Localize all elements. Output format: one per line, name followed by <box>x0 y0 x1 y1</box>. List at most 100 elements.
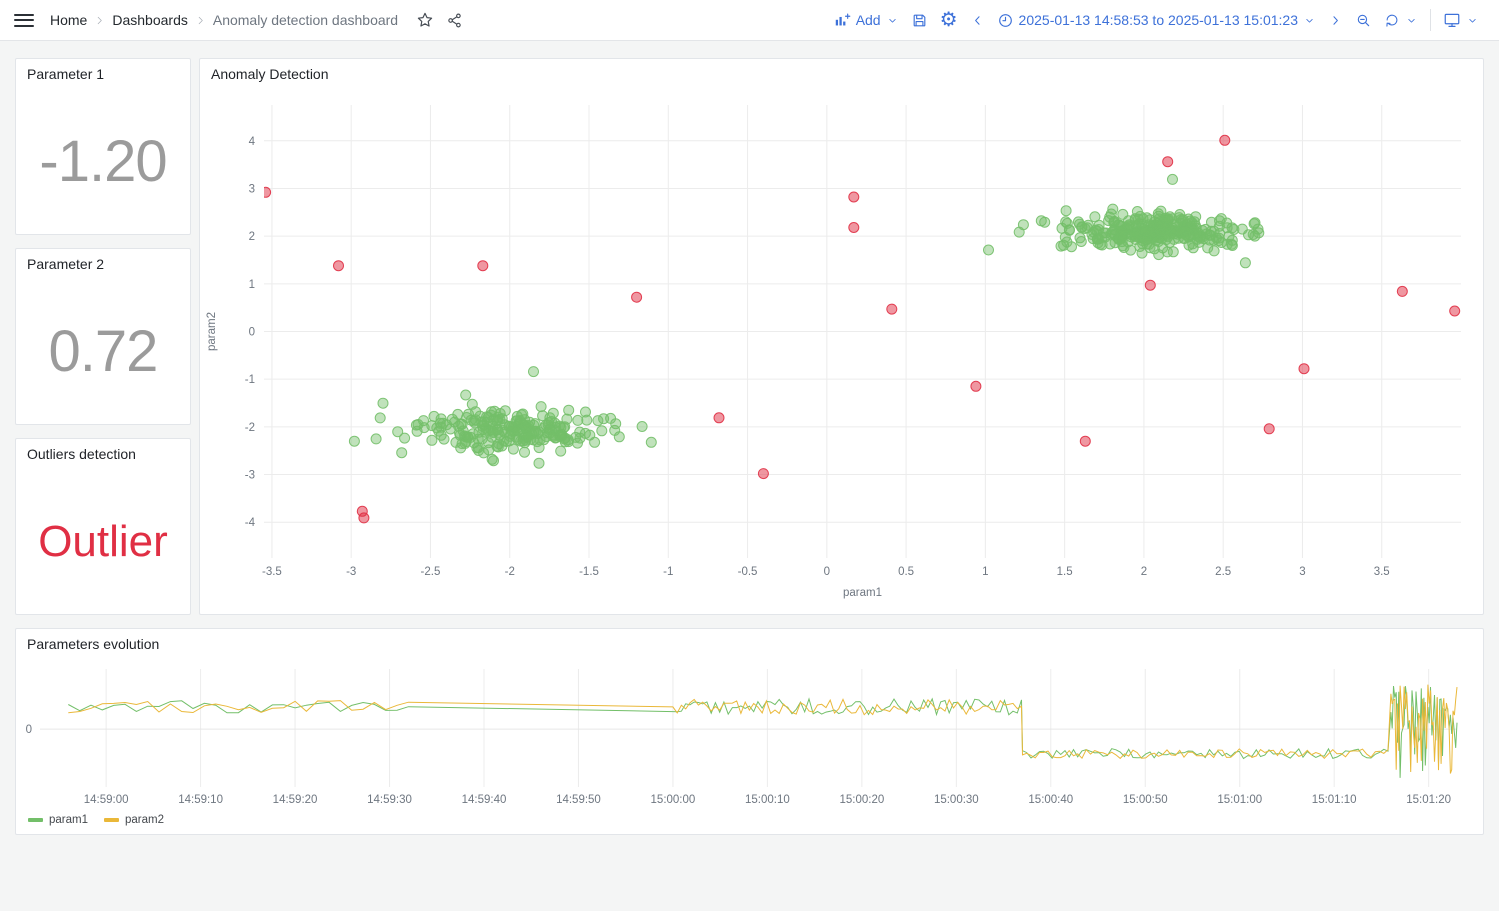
time-range-label: 2025-01-13 14:58:53 to 2025-01-13 15:01:… <box>1019 12 1298 28</box>
svg-text:14:59:00: 14:59:00 <box>84 794 129 806</box>
stat2-value: 0.72 <box>49 323 158 381</box>
svg-text:15:00:40: 15:00:40 <box>1028 794 1073 806</box>
legend-item-param2[interactable]: param2 <box>104 814 164 826</box>
svg-text:-2: -2 <box>505 566 515 578</box>
legend-item-param1[interactable]: param1 <box>28 814 88 826</box>
panel-header-parameter-1[interactable]: Parameter 1 <box>16 59 190 89</box>
svg-text:14:59:20: 14:59:20 <box>273 794 318 806</box>
time-shift-back-button[interactable] <box>964 5 991 35</box>
svg-text:14:59:40: 14:59:40 <box>462 794 507 806</box>
panel-parameter-1: Parameter 1 -1.20 <box>15 58 191 235</box>
svg-text:0: 0 <box>26 724 32 736</box>
panel-header-outliers-detection[interactable]: Outliers detection <box>16 439 190 469</box>
dashboard-settings-button[interactable]: ⚙ <box>934 5 964 35</box>
svg-text:14:59:30: 14:59:30 <box>367 794 412 806</box>
chevron-down-icon[interactable] <box>1405 14 1418 27</box>
svg-text:1.5: 1.5 <box>1057 566 1073 578</box>
timeseries-chart[interactable]: 14:59:00 14:59:10 14:59:20 14:59:30 14:59:40… <box>16 659 1483 811</box>
time-range-picker[interactable]: 2025-01-13 14:58:53 to 2025-01-13 15:01:… <box>991 5 1322 35</box>
legend-swatch-param2 <box>104 818 119 822</box>
star-icon[interactable] <box>416 11 434 29</box>
svg-text:15:00:20: 15:00:20 <box>839 794 884 806</box>
chevron-left-icon <box>970 13 985 28</box>
zoom-out-button[interactable] <box>1349 5 1378 35</box>
svg-text:-2.5: -2.5 <box>421 566 441 578</box>
panel-title: Parameters evolution <box>27 636 159 652</box>
refresh-button[interactable] <box>1378 5 1424 35</box>
timeseries-body: 14:59:00 14:59:10 14:59:20 14:59:30 14:59:40… <box>16 659 1483 834</box>
svg-text:3: 3 <box>249 183 255 195</box>
svg-text:15:01:20: 15:01:20 <box>1406 794 1451 806</box>
timeseries-chart-wrap: 14:59:00 14:59:10 14:59:20 14:59:30 14:59:40… <box>16 659 1483 811</box>
breadcrumb-separator-icon <box>94 15 105 26</box>
svg-text:0: 0 <box>249 327 255 339</box>
svg-text:param1: param1 <box>843 587 882 599</box>
stat-body: -1.20 <box>16 89 190 234</box>
svg-text:-1.5: -1.5 <box>579 566 599 578</box>
legend-swatch-param1 <box>28 818 43 822</box>
timeseries-legend: param1 param2 <box>16 811 1483 834</box>
panel-title: Parameter 1 <box>27 66 104 82</box>
breadcrumb-home[interactable]: Home <box>50 12 87 28</box>
breadcrumb-dashboards[interactable]: Dashboards <box>112 12 188 28</box>
chevron-down-icon <box>1303 14 1316 27</box>
panel-parameter-2: Parameter 2 0.72 <box>15 248 191 425</box>
save-dashboard-button[interactable] <box>905 5 934 35</box>
svg-text:-1: -1 <box>245 374 255 386</box>
svg-text:-0.5: -0.5 <box>738 566 758 578</box>
chevron-down-icon <box>886 14 899 27</box>
svg-text:-1: -1 <box>663 566 673 578</box>
svg-text:-3.5: -3.5 <box>262 566 282 578</box>
chevron-down-icon <box>1466 14 1479 27</box>
scatter-chart[interactable]: -3.5-3-2.5-2-1.5-1-0.500.511.522.533.5-4… <box>200 89 1483 614</box>
time-shift-forward-button[interactable] <box>1322 5 1349 35</box>
panel-title: Outliers detection <box>27 446 136 462</box>
svg-text:4: 4 <box>249 136 256 148</box>
svg-text:14:59:50: 14:59:50 <box>556 794 601 806</box>
add-button[interactable]: Add <box>828 5 905 35</box>
add-button-label: Add <box>856 12 881 28</box>
svg-text:1: 1 <box>249 279 255 291</box>
panel-header-anomaly-detection[interactable]: Anomaly Detection <box>200 59 1483 89</box>
panel-parameters-evolution: Parameters evolution 14:59:0014:59:1014:… <box>15 628 1484 835</box>
toolbar-divider <box>1430 9 1431 31</box>
svg-text:-2: -2 <box>245 422 255 434</box>
panel-anomaly-detection: Anomaly Detection -3.5 -3 -2.5 -2 -1.5 -1 -0.5… <box>199 58 1484 615</box>
scatter-body: -3.5-3-2.5-2-1.5-1-0.500.511.522.533.5-4… <box>200 89 1483 614</box>
svg-text:param2: param2 <box>206 312 218 351</box>
svg-text:15:00:00: 15:00:00 <box>651 794 696 806</box>
svg-text:1: 1 <box>982 566 988 578</box>
legend-label-param2: param2 <box>125 814 164 826</box>
svg-text:15:00:30: 15:00:30 <box>934 794 979 806</box>
stat-body: 0.72 <box>16 279 190 424</box>
clock-icon <box>997 12 1014 29</box>
svg-text:2.5: 2.5 <box>1215 566 1231 578</box>
svg-text:2: 2 <box>1141 566 1147 578</box>
refresh-icon <box>1384 12 1400 28</box>
svg-text:2: 2 <box>249 231 255 243</box>
breadcrumb-separator-icon <box>195 15 206 26</box>
add-panel-icon <box>834 12 851 29</box>
svg-text:15:00:50: 15:00:50 <box>1123 794 1168 806</box>
svg-text:15:01:00: 15:01:00 <box>1217 794 1262 806</box>
svg-text:-3: -3 <box>346 566 356 578</box>
top-toolbar: Home Dashboards Anomaly detection dashbo… <box>0 0 1499 41</box>
save-icon <box>911 12 928 29</box>
monitor-icon <box>1443 11 1461 29</box>
svg-text:14:59:10: 14:59:10 <box>178 794 223 806</box>
panel-title: Parameter 2 <box>27 256 104 272</box>
panel-title: Anomaly Detection <box>211 66 329 82</box>
share-icon[interactable] <box>446 12 463 29</box>
svg-text:15:01:10: 15:01:10 <box>1312 794 1357 806</box>
svg-text:3: 3 <box>1299 566 1305 578</box>
kiosk-mode-button[interactable] <box>1437 5 1485 35</box>
svg-text:-3: -3 <box>245 470 255 482</box>
panel-header-parameter-2[interactable]: Parameter 2 <box>16 249 190 279</box>
breadcrumb-current: Anomaly detection dashboard <box>213 12 398 28</box>
svg-text:-4: -4 <box>245 517 256 529</box>
panel-header-parameters-evolution[interactable]: Parameters evolution <box>16 629 1483 659</box>
chevron-right-icon <box>1328 13 1343 28</box>
panel-outliers-detection: Outliers detection Outlier <box>15 438 191 615</box>
breadcrumb: Home Dashboards Anomaly detection dashbo… <box>50 12 398 28</box>
menu-icon[interactable] <box>14 8 34 32</box>
